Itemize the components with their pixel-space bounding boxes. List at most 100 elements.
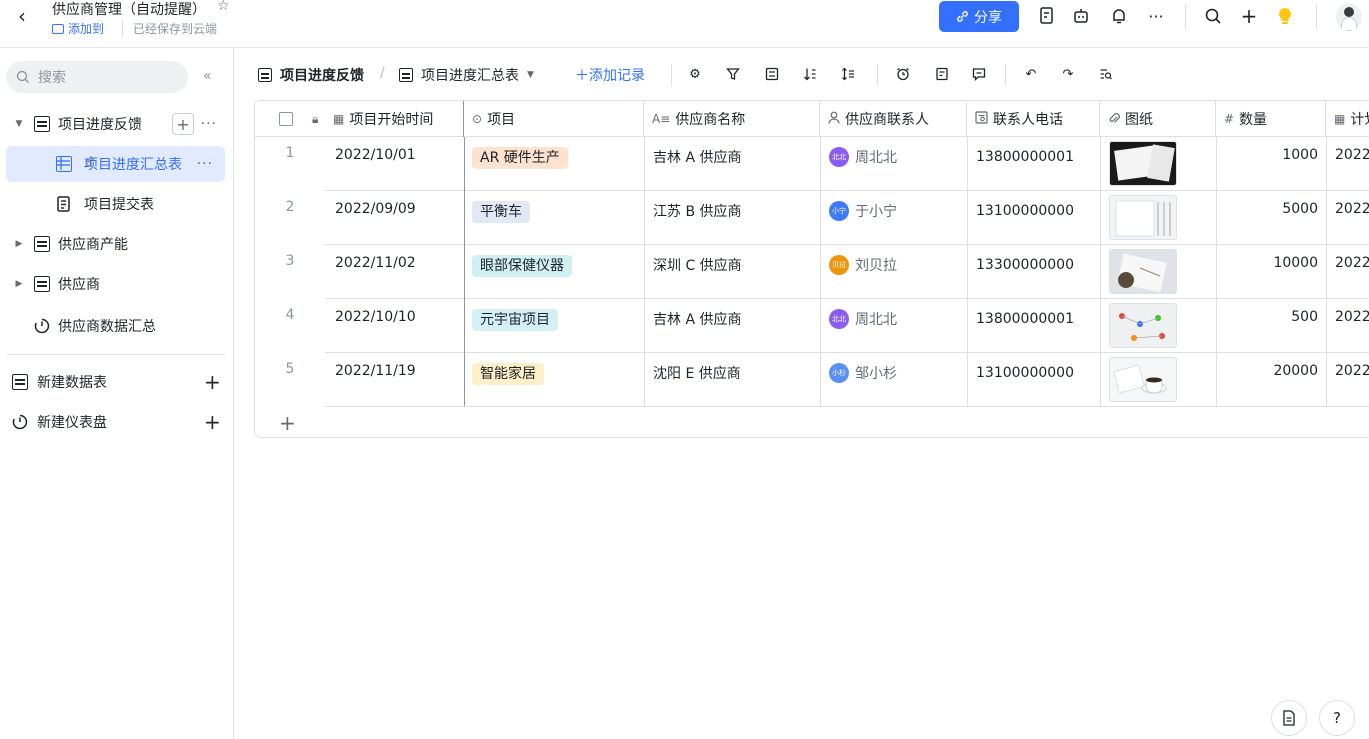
- column-header-phone[interactable]: 联系人电话: [967, 101, 1100, 137]
- add-to-button[interactable]: 添加到: [52, 20, 104, 37]
- cell-phone[interactable]: 13800000001: [967, 137, 1100, 191]
- row-height-icon[interactable]: [840, 66, 856, 82]
- sidebar-item-supplier-capacity[interactable]: ▶ 供应商产能: [6, 226, 225, 262]
- cell-start-date[interactable]: 2022/10/10: [325, 299, 464, 353]
- drawing-thumbnail[interactable]: [1109, 303, 1177, 348]
- cell-drawing[interactable]: [1100, 137, 1216, 191]
- sidebar-item-project-submit[interactable]: 项目提交表: [6, 186, 225, 222]
- cell-project[interactable]: AR 硬件生产: [464, 137, 644, 191]
- plus-icon[interactable]: +: [204, 412, 221, 432]
- form-view-icon[interactable]: [934, 66, 950, 82]
- table-tab[interactable]: 项目进度反馈: [258, 65, 364, 85]
- caret-right-icon[interactable]: ▶: [14, 239, 24, 249]
- more-icon[interactable]: ···: [197, 156, 213, 172]
- alarm-clock-icon[interactable]: [895, 66, 911, 82]
- lightbulb-icon[interactable]: [1275, 6, 1295, 26]
- cell-plan[interactable]: 2022: [1326, 245, 1369, 299]
- cell-start-date[interactable]: 2022/10/01: [325, 137, 464, 191]
- cell-plan[interactable]: 2022: [1326, 299, 1369, 353]
- cell-supplier-name[interactable]: 吉林 A 供应商: [644, 299, 820, 353]
- more-icon[interactable]: ···: [1146, 6, 1166, 26]
- table-row[interactable]: 2 2022/09/09 平衡车 江苏 B 供应商 小宁 于小宁 13100000000 50…: [255, 191, 1369, 245]
- search-icon[interactable]: [1203, 6, 1223, 26]
- share-button[interactable]: 分享: [939, 1, 1019, 32]
- cell-quantity[interactable]: 20000: [1216, 353, 1326, 407]
- cell-quantity[interactable]: 1000: [1216, 137, 1326, 191]
- cell-project[interactable]: 眼部保健仪器: [464, 245, 644, 299]
- cell-phone[interactable]: 13100000000: [967, 191, 1100, 245]
- column-header-supplier-contact[interactable]: 供应商联系人: [820, 101, 967, 137]
- cell-plan[interactable]: 2022: [1326, 137, 1369, 191]
- filter-icon[interactable]: [725, 66, 741, 82]
- cell-start-date[interactable]: 2022/11/02: [325, 245, 464, 299]
- column-header-plan[interactable]: ▦ 计划: [1326, 101, 1369, 137]
- settings-icon[interactable]: ⚙: [687, 66, 703, 82]
- collapse-sidebar-icon[interactable]: «: [203, 68, 212, 84]
- cell-contact[interactable]: 北北 周北北: [820, 137, 967, 191]
- cell-quantity[interactable]: 500: [1216, 299, 1326, 353]
- cell-quantity[interactable]: 10000: [1216, 245, 1326, 299]
- column-header-supplier-name[interactable]: A≡ 供应商名称: [644, 101, 820, 137]
- cell-plan[interactable]: 2022: [1326, 353, 1369, 407]
- drawing-thumbnail[interactable]: [1109, 141, 1177, 186]
- column-header-start-date[interactable]: ▦ 项目开始时间: [325, 101, 464, 137]
- new-dashboard-button[interactable]: 新建仪表盘 +: [6, 404, 225, 440]
- cell-start-date[interactable]: 2022/09/09: [325, 191, 464, 245]
- plus-icon[interactable]: +: [1239, 4, 1259, 28]
- cell-contact[interactable]: 贝拉 刘贝拉: [820, 245, 967, 299]
- cell-phone[interactable]: 13100000000: [967, 353, 1100, 407]
- help-icon[interactable]: ?: [1319, 700, 1355, 736]
- column-header-project[interactable]: ⊙ 项目: [464, 101, 644, 137]
- cell-project[interactable]: 智能家居: [464, 353, 644, 407]
- sidebar-item-project-feedback[interactable]: ▼ 项目进度反馈 + ···: [6, 106, 225, 142]
- cell-phone[interactable]: 13300000000: [967, 245, 1100, 299]
- view-selector[interactable]: 项目进度汇总表 ▼: [399, 65, 534, 85]
- cell-phone[interactable]: 13800000001: [967, 299, 1100, 353]
- new-table-button[interactable]: 新建数据表 +: [6, 364, 225, 400]
- cell-start-date[interactable]: 2022/11/19: [325, 353, 464, 407]
- cell-drawing[interactable]: [1100, 299, 1216, 353]
- cell-supplier-name[interactable]: 吉林 A 供应商: [644, 137, 820, 191]
- sidebar-item-progress-summary[interactable]: 项目进度汇总表 ☝ ···: [6, 146, 225, 182]
- add-record-button[interactable]: ＋添加记录: [575, 65, 645, 85]
- drawing-thumbnail[interactable]: [1109, 195, 1177, 240]
- cell-contact[interactable]: 北北 周北北: [820, 299, 967, 353]
- cell-plan[interactable]: 2022: [1326, 191, 1369, 245]
- robot-icon[interactable]: [1071, 6, 1091, 26]
- star-icon[interactable]: ☆: [217, 0, 230, 14]
- cell-contact[interactable]: 小杉 邹小杉: [820, 353, 967, 407]
- cell-supplier-name[interactable]: 江苏 B 供应商: [644, 191, 820, 245]
- select-all-checkbox[interactable]: [279, 112, 293, 126]
- column-header-drawing[interactable]: 图纸: [1100, 101, 1216, 137]
- document-settings-icon[interactable]: [1037, 6, 1057, 26]
- column-header-quantity[interactable]: # 数量: [1216, 101, 1326, 137]
- cell-project[interactable]: 平衡车: [464, 191, 644, 245]
- cell-drawing[interactable]: [1100, 191, 1216, 245]
- user-avatar[interactable]: [1336, 3, 1362, 31]
- cell-supplier-name[interactable]: 深圳 C 供应商: [644, 245, 820, 299]
- plus-icon[interactable]: +: [204, 372, 221, 392]
- sidebar-item-supplier[interactable]: ▶ 供应商: [6, 266, 225, 302]
- drawing-thumbnail[interactable]: [1109, 357, 1177, 402]
- add-icon[interactable]: +: [172, 113, 194, 135]
- drawing-thumbnail[interactable]: [1109, 249, 1177, 294]
- cell-quantity[interactable]: 5000: [1216, 191, 1326, 245]
- redo-icon[interactable]: ↷: [1060, 66, 1076, 82]
- caret-down-icon[interactable]: ▼: [14, 119, 24, 129]
- cell-supplier-name[interactable]: 沈阳 E 供应商: [644, 353, 820, 407]
- caret-right-icon[interactable]: ▶: [14, 279, 24, 289]
- document-icon[interactable]: [1271, 700, 1307, 736]
- table-row[interactable]: 1 2022/10/01 AR 硬件生产 吉林 A 供应商 北北 周北北 138000000…: [255, 137, 1369, 191]
- back-arrow-icon[interactable]: ‹: [18, 5, 38, 27]
- add-row-button[interactable]: +: [279, 411, 296, 435]
- table-row[interactable]: 4 2022/10/10 元宇宙项目 吉林 A 供应商 北北 周北北 13800000001…: [255, 299, 1369, 353]
- sidebar-item-supplier-dashboard[interactable]: 供应商数据汇总: [6, 308, 225, 344]
- cell-drawing[interactable]: [1100, 353, 1216, 407]
- find-icon[interactable]: [1098, 66, 1114, 82]
- bell-icon[interactable]: [1109, 6, 1129, 26]
- table-row[interactable]: 5 2022/11/19 智能家居 沈阳 E 供应商 小杉 邹小杉 13100000000 2…: [255, 353, 1369, 407]
- undo-icon[interactable]: ↶: [1023, 66, 1039, 82]
- cell-contact[interactable]: 小宁 于小宁: [820, 191, 967, 245]
- document-title[interactable]: 供应商管理（自动提醒）: [52, 0, 206, 19]
- comment-icon[interactable]: [971, 66, 987, 82]
